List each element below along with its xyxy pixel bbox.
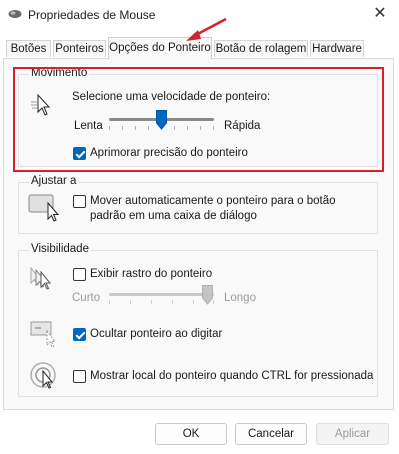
slider-tick	[174, 126, 175, 130]
snap-to-button-icon	[28, 194, 60, 222]
snap-group-title: Ajustar a	[29, 175, 79, 187]
slider-tick	[187, 126, 188, 130]
pointer-location-icon	[30, 362, 56, 389]
trail-short-label: Curto	[72, 292, 101, 304]
trails-checkbox[interactable]	[73, 268, 86, 281]
hide-pointer-label[interactable]: Ocultar ponteiro ao digitar	[90, 328, 222, 340]
fast-label: Rápida	[224, 120, 261, 132]
pointer-trails-icon	[30, 266, 52, 290]
trail-slider-thumb[interactable]	[202, 285, 213, 305]
slider-tick	[200, 126, 201, 130]
slider-tick	[213, 126, 214, 130]
slider-tick	[172, 300, 173, 304]
apply-button[interactable]: Aplicar	[316, 423, 389, 445]
red-arrow-icon	[186, 17, 227, 41]
slider-tick	[193, 300, 194, 304]
trails-label[interactable]: Exibir rastro do ponteiro	[90, 268, 212, 280]
speed-prompt: Selecione uma velocidade de ponteiro:	[72, 91, 271, 103]
slider-tick	[130, 300, 131, 304]
close-icon[interactable]: ✕	[371, 5, 389, 23]
show-location-label[interactable]: Mostrar local do ponteiro quando CTRL fo…	[90, 370, 373, 382]
tab-hardware[interactable]: Hardware	[310, 40, 364, 57]
speed-slider-thumb[interactable]	[156, 110, 167, 130]
motion-group-title: Movimento	[29, 67, 90, 79]
tab-pointers[interactable]: Ponteiros	[53, 40, 106, 57]
snap-checkbox[interactable]	[73, 195, 86, 208]
hide-pointer-checkbox[interactable]	[73, 328, 86, 341]
trail-slider-track[interactable]	[109, 293, 214, 296]
visibility-group-title: Visibilidade	[29, 243, 91, 255]
snap-label-line1[interactable]: Mover automaticamente o ponteiro para o …	[90, 195, 335, 207]
pointer-speed-icon	[31, 93, 51, 116]
trail-long-label: Longo	[224, 292, 256, 304]
slider-tick	[148, 126, 149, 130]
precision-checkbox[interactable]	[73, 147, 86, 160]
precision-label[interactable]: Aprimorar precisão do ponteiro	[90, 147, 248, 159]
slow-label: Lenta	[74, 120, 103, 132]
slider-tick	[213, 300, 214, 304]
slider-tick	[122, 126, 123, 130]
hide-pointer-icon	[30, 321, 57, 348]
ok-button[interactable]: OK	[155, 423, 227, 445]
tab-buttons[interactable]: Botões	[6, 40, 51, 57]
window-title: Propriedades de Mouse	[28, 8, 156, 22]
slider-tick	[135, 126, 136, 130]
snap-label-line2[interactable]: padrão em uma caixa de diálogo	[90, 210, 257, 222]
show-location-checkbox[interactable]	[73, 370, 86, 383]
mouse-icon	[8, 10, 22, 18]
snap-group: Ajustar a	[18, 175, 378, 234]
slider-tick	[109, 126, 110, 130]
slider-tick	[151, 300, 152, 304]
cancel-button[interactable]: Cancelar	[235, 423, 307, 445]
slider-tick	[109, 300, 110, 304]
